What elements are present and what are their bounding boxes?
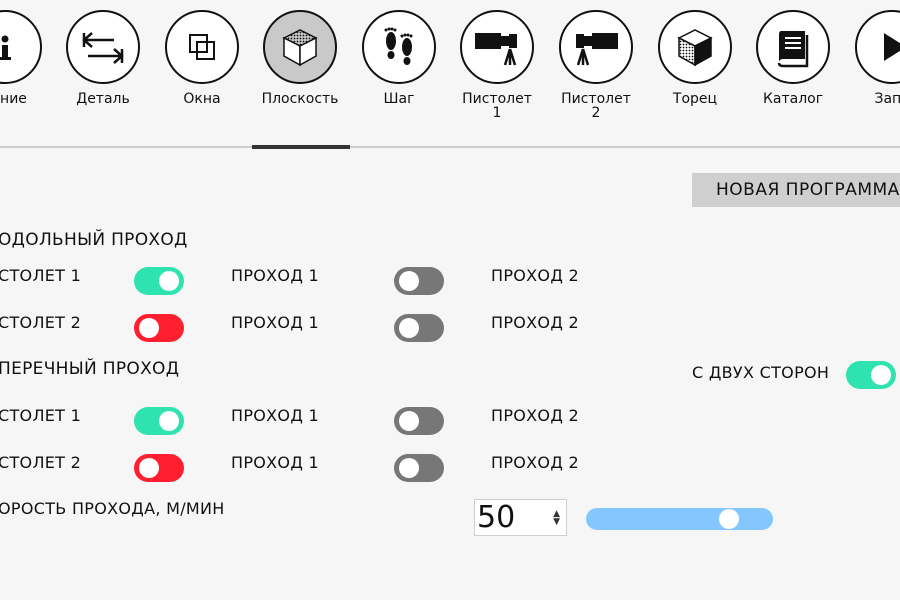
pass-1-toggle[interactable] xyxy=(394,454,444,482)
longitudinal-pass-title: ОДОЛЬНЫЙ ПРОХОД xyxy=(0,230,188,250)
gun-label: СТОЛЕТ 2 xyxy=(0,313,82,332)
speed-slider[interactable] xyxy=(586,508,773,530)
tool-label: Каталог xyxy=(762,91,824,107)
gun-1-toggle[interactable] xyxy=(134,267,184,295)
cube-end-icon xyxy=(658,10,732,84)
cube-plane-icon xyxy=(263,10,337,84)
speed-label: ОРОСТЬ ПРОХОДА, М/МИН xyxy=(0,499,225,518)
tool-label: Плоскость xyxy=(261,91,339,107)
tool-run[interactable]: Запу xyxy=(842,10,900,106)
tool-label: Окна xyxy=(183,91,221,107)
pass-1-label: ПРОХОД 1 xyxy=(231,453,319,472)
toggle-knob xyxy=(399,271,419,291)
gun-1-toggle[interactable] xyxy=(134,407,184,435)
gun-label: СТОЛЕТ 1 xyxy=(0,266,82,285)
tool-plane[interactable]: Плоскость xyxy=(250,10,350,106)
pass-1-toggle[interactable] xyxy=(394,407,444,435)
toggle-knob xyxy=(399,318,419,338)
play-icon xyxy=(855,10,900,84)
gun-label: СТОЛЕТ 1 xyxy=(0,406,82,425)
pass-1-label: ПРОХОД 1 xyxy=(231,406,319,425)
pass-2-label: ПРОХОД 2 xyxy=(491,453,579,472)
pass-2-label: ПРОХОД 2 xyxy=(491,266,579,285)
tool-windows[interactable]: Окна xyxy=(152,10,252,106)
tool-label: Шаг xyxy=(383,91,415,107)
toggle-knob xyxy=(399,411,419,431)
tool-bar: ояние Деталь Окна Плоскость xyxy=(0,0,900,150)
spray-gun-icon xyxy=(460,10,534,84)
toggle-knob xyxy=(159,271,179,291)
slider-thumb[interactable] xyxy=(719,509,739,529)
tool-catalog[interactable]: Каталог xyxy=(743,10,843,106)
pass-1-toggle[interactable] xyxy=(394,267,444,295)
footprints-icon xyxy=(362,10,436,84)
gun-label: СТОЛЕТ 2 xyxy=(0,453,82,472)
swap-arrows-icon xyxy=(66,10,140,84)
tool-end[interactable]: Торец xyxy=(645,10,745,106)
tool-label: Деталь xyxy=(76,91,130,107)
transverse-pass-title: ПЕРЕЧНЫЙ ПРОХОД xyxy=(0,359,180,379)
speed-value: 50 xyxy=(477,500,516,535)
toggle-knob xyxy=(399,458,419,478)
both-sides-toggle[interactable] xyxy=(846,361,896,389)
tool-step[interactable]: Шаг xyxy=(349,10,449,106)
tool-label: ояние xyxy=(0,91,27,107)
book-icon xyxy=(756,10,830,84)
new-program-button[interactable]: НОВАЯ ПРОГРАММА xyxy=(692,173,900,207)
pass-1-label: ПРОХОД 1 xyxy=(231,313,319,332)
windows-icon xyxy=(165,10,239,84)
info-icon xyxy=(0,10,42,84)
pass-2-label: ПРОХОД 2 xyxy=(491,313,579,332)
tool-label: Пистолет 1 xyxy=(462,91,532,121)
toggle-knob xyxy=(159,411,179,431)
spray-gun-mirrored-icon xyxy=(559,10,633,84)
speed-number-input[interactable]: 50 ▲ ▼ xyxy=(474,499,567,536)
spinner-arrows-icon[interactable]: ▲ ▼ xyxy=(553,510,560,527)
tool-gun-1[interactable]: Пистолет 1 xyxy=(447,10,547,120)
pass-2-label: ПРОХОД 2 xyxy=(491,406,579,425)
toolbar-divider xyxy=(0,146,900,148)
tool-label: Торец xyxy=(672,91,718,107)
tool-detail[interactable]: Деталь xyxy=(53,10,153,106)
toggle-knob xyxy=(871,365,891,385)
both-sides-label: С ДВУХ СТОРОН xyxy=(692,363,830,382)
toggle-knob xyxy=(139,318,159,338)
tool-label: Запу xyxy=(874,91,900,107)
tool-state[interactable]: ояние xyxy=(0,10,55,106)
tool-label: Пистолет 2 xyxy=(561,91,631,121)
pass-1-label: ПРОХОД 1 xyxy=(231,266,319,285)
active-tab-indicator xyxy=(252,145,350,149)
pass-1-toggle[interactable] xyxy=(394,314,444,342)
toggle-knob xyxy=(139,458,159,478)
gun-2-toggle[interactable] xyxy=(134,314,184,342)
tool-gun-2[interactable]: Пистолет 2 xyxy=(546,10,646,120)
gun-2-toggle[interactable] xyxy=(134,454,184,482)
